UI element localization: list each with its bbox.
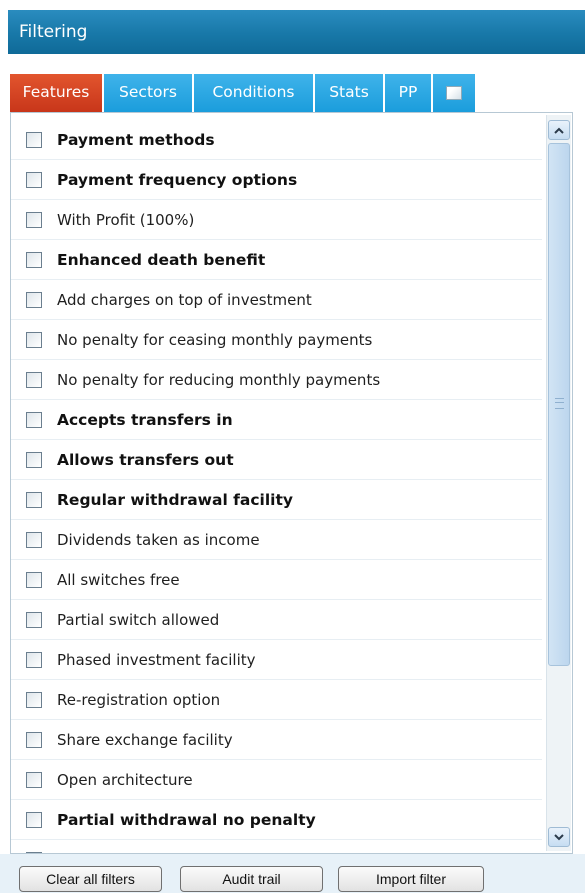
feature-label: Accepts transfers in — [57, 410, 233, 429]
list-item[interactable]: No penalty for ceasing monthly payments — [11, 320, 542, 360]
feature-checkbox[interactable] — [26, 251, 42, 268]
list-item[interactable]: No penalty for reducing monthly payments — [11, 360, 542, 400]
feature-checkbox[interactable] — [26, 371, 42, 388]
feature-label: No penalty for reducing monthly payments — [57, 370, 381, 389]
document-icon — [446, 86, 462, 100]
feature-checkbox[interactable] — [26, 451, 42, 468]
feature-checkbox[interactable] — [26, 531, 42, 548]
feature-label: Enhanced death benefit — [57, 250, 266, 269]
feature-checkbox[interactable] — [26, 651, 42, 668]
vertical-scrollbar[interactable] — [546, 115, 571, 851]
feature-label: Payment methods — [57, 130, 215, 149]
feature-label: Add charges on top of investment — [57, 290, 312, 309]
clear-all-filters-button[interactable]: Clear all filters — [19, 866, 162, 892]
feature-checkbox[interactable] — [26, 691, 42, 708]
scroll-up-button[interactable] — [548, 120, 570, 140]
feature-label: Open architecture — [57, 770, 193, 789]
feature-checkbox[interactable] — [26, 211, 42, 228]
feature-label: Regular withdrawal facility — [57, 490, 293, 509]
feature-list: Payment methods Payment frequency options… — [11, 120, 542, 853]
tab-conditions[interactable]: Conditions — [194, 74, 313, 112]
tab-bar: Features Sectors Conditions Stats PP — [10, 74, 477, 112]
list-item[interactable]: Partial switch allowed — [11, 600, 542, 640]
tab-features[interactable]: Features — [10, 74, 102, 112]
footer-bar: Clear all filters Audit trail Import fil… — [0, 854, 585, 893]
feature-label: Phased investment facility — [57, 650, 256, 669]
feature-checkbox[interactable] — [26, 611, 42, 628]
list-item[interactable]: Regular withdrawal facility — [11, 480, 542, 520]
tab-document[interactable] — [433, 74, 475, 112]
list-item[interactable]: Share exchange facility — [11, 720, 542, 760]
tab-pp[interactable]: PP — [385, 74, 431, 112]
header-title: Filtering — [19, 22, 88, 42]
feature-checkbox[interactable] — [26, 291, 42, 308]
feature-checkbox[interactable] — [26, 811, 42, 828]
list-item[interactable]: Full withdrawal no penalty — [11, 840, 542, 853]
list-item[interactable]: Phased investment facility — [11, 640, 542, 680]
grip-icon — [555, 398, 564, 409]
list-item[interactable]: Dividends taken as income — [11, 520, 542, 560]
feature-label: Allows transfers out — [57, 450, 234, 469]
features-panel: Payment methods Payment frequency options… — [10, 112, 573, 854]
feature-label: Dividends taken as income — [57, 530, 260, 549]
feature-checkbox[interactable] — [26, 411, 42, 428]
audit-trail-button[interactable]: Audit trail — [180, 866, 323, 892]
chevron-down-icon — [554, 833, 564, 840]
feature-label: With Profit (100%) — [57, 210, 195, 229]
feature-checkbox[interactable] — [26, 571, 42, 588]
list-item[interactable]: Accepts transfers in — [11, 400, 542, 440]
feature-label: Payment frequency options — [57, 170, 298, 189]
list-item[interactable]: All switches free — [11, 560, 542, 600]
tab-sectors[interactable]: Sectors — [104, 74, 192, 112]
list-item[interactable]: Open architecture — [11, 760, 542, 800]
feature-checkbox[interactable] — [26, 331, 42, 348]
scroll-down-button[interactable] — [548, 827, 570, 847]
list-item[interactable]: With Profit (100%) — [11, 200, 542, 240]
list-item[interactable]: Payment frequency options — [11, 160, 542, 200]
list-item[interactable]: Re-registration option — [11, 680, 542, 720]
feature-label: Re-registration option — [57, 690, 221, 709]
list-item[interactable]: Payment methods — [11, 120, 542, 160]
feature-label: Partial switch allowed — [57, 610, 220, 629]
feature-checkbox[interactable] — [26, 731, 42, 748]
list-item[interactable]: Allows transfers out — [11, 440, 542, 480]
feature-label: All switches free — [57, 570, 180, 589]
feature-label: Partial withdrawal no penalty — [57, 810, 316, 829]
tab-stats[interactable]: Stats — [315, 74, 383, 112]
feature-checkbox[interactable] — [26, 131, 42, 148]
feature-checkbox[interactable] — [26, 771, 42, 788]
feature-label: No penalty for ceasing monthly payments — [57, 330, 373, 349]
feature-checkbox[interactable] — [26, 171, 42, 188]
list-item[interactable]: Add charges on top of investment — [11, 280, 542, 320]
chevron-up-icon — [554, 127, 564, 134]
import-filter-button[interactable]: Import filter — [338, 866, 484, 892]
feature-label: Share exchange facility — [57, 730, 233, 749]
filtering-header: Filtering — [8, 10, 585, 54]
list-item[interactable]: Partial withdrawal no penalty — [11, 800, 542, 840]
feature-checkbox[interactable] — [26, 491, 42, 508]
list-item[interactable]: Enhanced death benefit — [11, 240, 542, 280]
scroll-thumb[interactable] — [548, 143, 570, 666]
